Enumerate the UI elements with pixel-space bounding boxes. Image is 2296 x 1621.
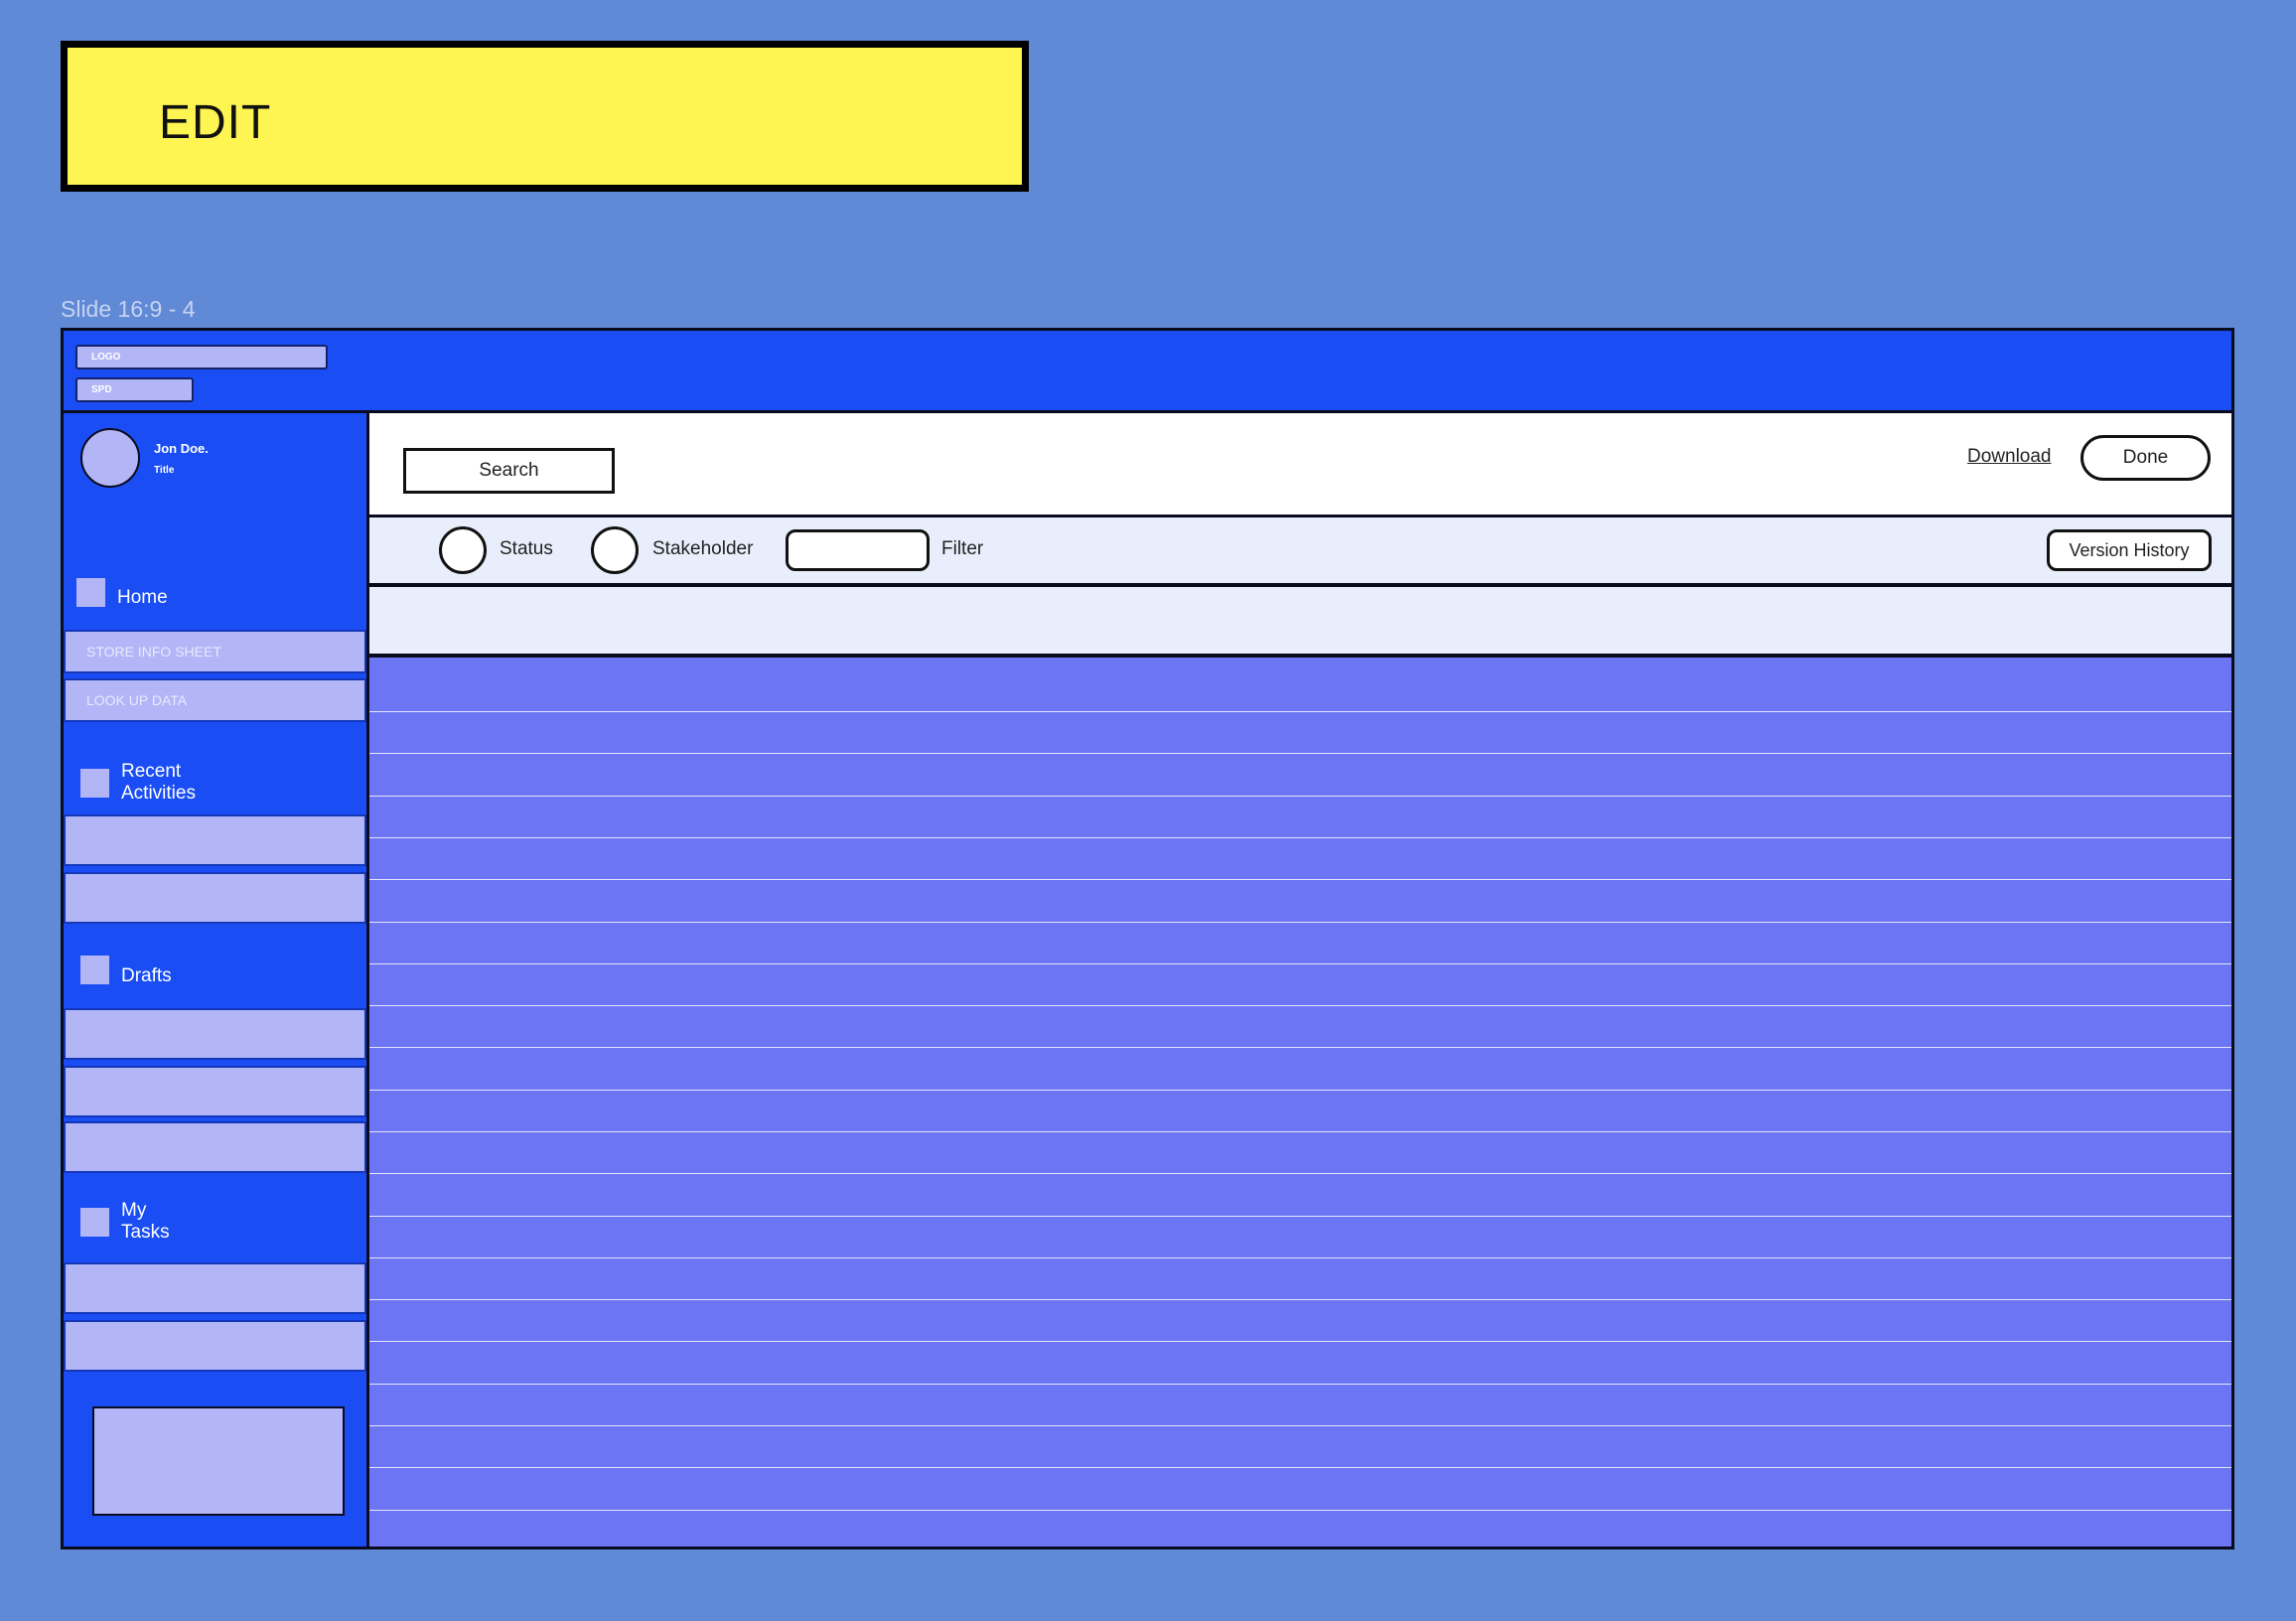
table-row (369, 1384, 2231, 1385)
avatar[interactable] (80, 428, 140, 488)
table-row (369, 1510, 2231, 1511)
table-row (369, 1090, 2231, 1091)
status-label: Status (500, 538, 553, 559)
top-bar: LOGO SPD (64, 331, 2231, 413)
stakeholder-label: Stakeholder (652, 538, 754, 559)
search-button[interactable]: Search (403, 448, 615, 494)
sidebar-subitem[interactable] (64, 1066, 366, 1117)
sidebar-card[interactable] (92, 1406, 345, 1516)
table-row (369, 837, 2231, 838)
version-history-button[interactable]: Version History (2047, 529, 2212, 571)
table-row (369, 1005, 2231, 1006)
sidebar-subitem[interactable] (64, 1121, 366, 1173)
status-radio[interactable] (439, 526, 487, 574)
sidebar-item-drafts[interactable]: Drafts (64, 956, 366, 995)
table-row (369, 963, 2231, 964)
sidebar-subitem[interactable] (64, 872, 366, 924)
sidebar-item-store-info-sheet[interactable]: STORE INFO SHEET (64, 630, 366, 673)
sidebar-item-look-up-data[interactable]: LOOK UP DATA (64, 678, 366, 722)
data-grid (369, 658, 2231, 1547)
sidebar-subitem[interactable] (64, 814, 366, 866)
home-icon (76, 578, 105, 607)
main-content: Search Download Done Status Stakeholder … (369, 413, 2231, 1547)
sidebar-item-label: Tasks (121, 1222, 170, 1243)
sidebar-item-label: My (121, 1200, 147, 1221)
sidebar: Jon Doe. Title Home STORE INFO SHEET LOO… (64, 413, 369, 1547)
stakeholder-radio[interactable] (591, 526, 639, 574)
recent-activities-icon (80, 769, 109, 798)
filter-bar: Status Stakeholder Filter Version Histor… (369, 517, 2231, 587)
filter-label: Filter (941, 538, 984, 559)
sidebar-item-home[interactable]: Home (64, 578, 366, 618)
sidebar-item-label: Activities (121, 783, 196, 804)
toolbar: Search Download Done (369, 413, 2231, 517)
edit-banner: EDIT (61, 41, 1029, 192)
table-row (369, 796, 2231, 797)
edit-banner-label: EDIT (159, 96, 272, 149)
table-row (369, 1047, 2231, 1048)
sidebar-subitem[interactable] (64, 1262, 366, 1314)
column-header-bar (369, 587, 2231, 658)
sidebar-item-label: Recent (121, 761, 182, 782)
app-frame: LOGO SPD Jon Doe. Title Home STORE INFO … (61, 328, 2234, 1549)
table-row (369, 711, 2231, 712)
sidebar-item-label: Drafts (121, 965, 172, 986)
table-row (369, 1425, 2231, 1426)
sidebar-item-recent-activities[interactable]: Recent Activities (64, 761, 366, 810)
download-link[interactable]: Download (1967, 446, 2052, 468)
table-row (369, 1257, 2231, 1258)
table-row (369, 1173, 2231, 1174)
table-row (369, 1467, 2231, 1468)
table-row (369, 1341, 2231, 1342)
logo-placeholder[interactable]: LOGO (75, 345, 328, 369)
table-row (369, 879, 2231, 880)
sidebar-item-my-tasks[interactable]: My Tasks (64, 1200, 366, 1250)
table-row (369, 1299, 2231, 1300)
sidebar-subitem[interactable] (64, 1320, 366, 1372)
frame-label: Slide 16:9 - 4 (61, 296, 196, 322)
table-row (369, 922, 2231, 923)
my-tasks-icon (80, 1208, 109, 1237)
sidebar-subitem[interactable] (64, 1008, 366, 1060)
table-row (369, 1131, 2231, 1132)
sidebar-item-label: Home (117, 587, 168, 608)
filter-input[interactable] (786, 529, 930, 571)
table-row (369, 753, 2231, 754)
user-name: Jon Doe. (154, 441, 209, 456)
drafts-icon (80, 956, 109, 984)
spd-placeholder[interactable]: SPD (75, 377, 194, 402)
table-row (369, 1216, 2231, 1217)
done-button[interactable]: Done (2081, 435, 2211, 481)
user-title: Title (154, 465, 175, 476)
